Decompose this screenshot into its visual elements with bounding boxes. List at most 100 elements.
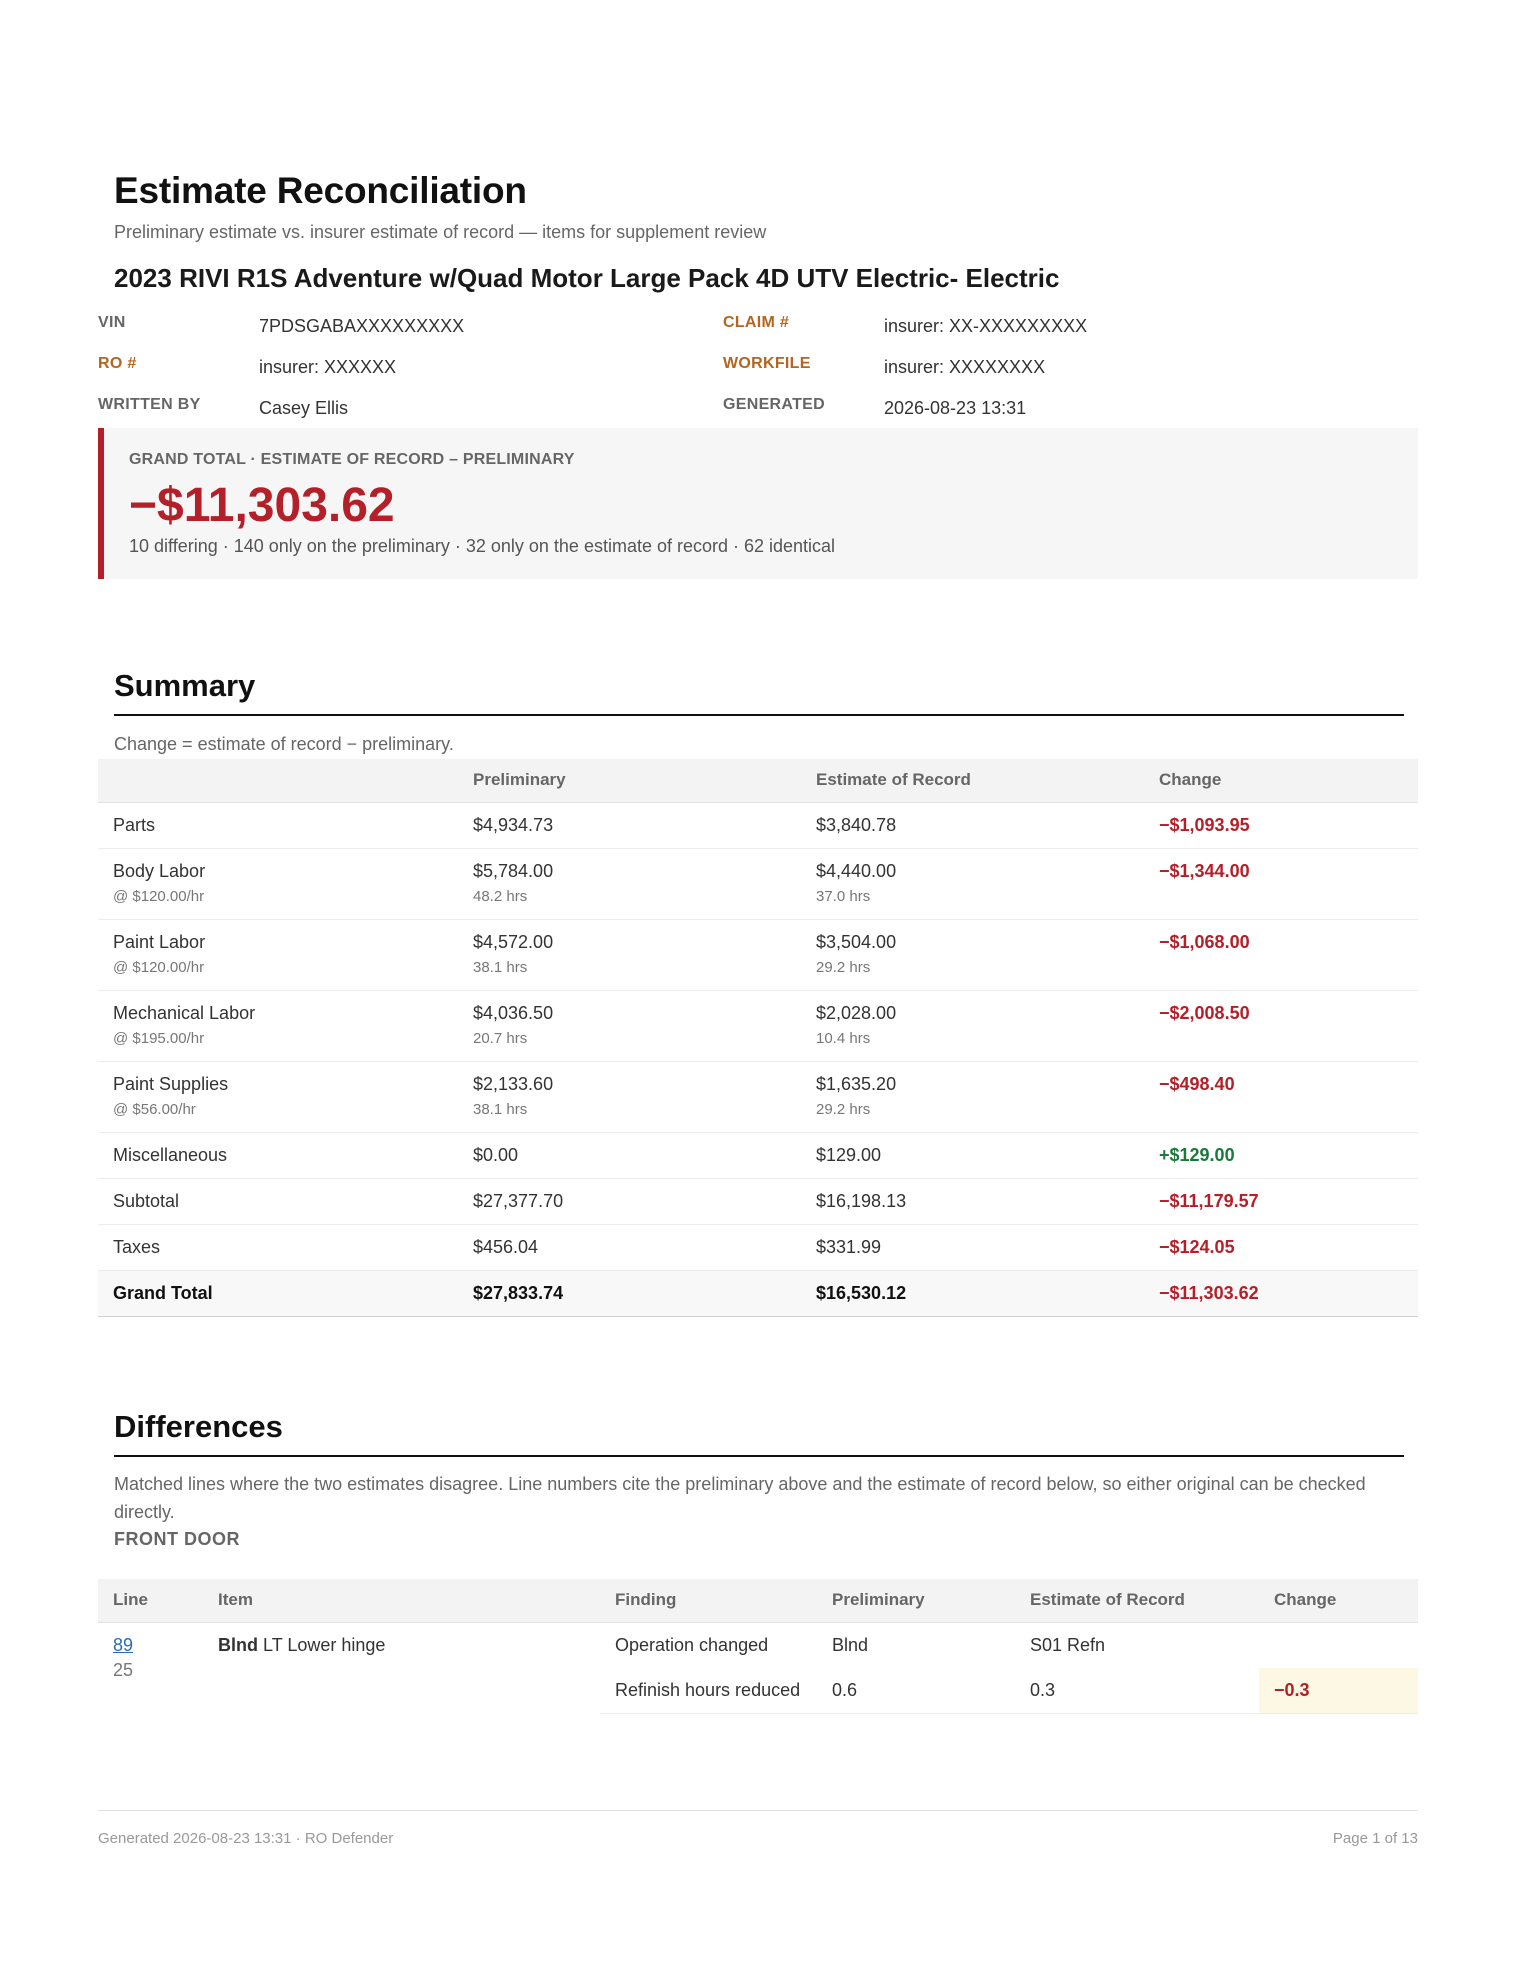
ro-value: insurer: XXXXXX bbox=[259, 357, 397, 377]
change-cell: −$498.40 bbox=[1144, 1061, 1418, 1133]
differences-heading: Differences bbox=[114, 1409, 283, 1444]
vin-value: 7PDSGABAXXXXXXXXX bbox=[259, 316, 465, 336]
preliminary-cell: $4,036.50 20.7 hrs bbox=[458, 990, 801, 1062]
category-cell: Paint Labor @ $120.00/hr bbox=[98, 919, 458, 991]
summary-header-row: Preliminary Estimate of Record Change bbox=[98, 759, 1418, 803]
vin-label: VIN bbox=[98, 314, 126, 331]
preliminary-cell: $27,377.70 bbox=[458, 1178, 801, 1225]
estimate-of-record-cell-detail: 29.2 hrs bbox=[816, 1100, 871, 1118]
estimate-of-record-cell: $3,504.00 29.2 hrs bbox=[801, 919, 1144, 991]
preliminary-cell-value: $4,036.50 bbox=[473, 1002, 554, 1023]
preliminary-cell-value: $27,377.70 bbox=[473, 1190, 564, 1211]
column-header bbox=[98, 759, 458, 803]
table-row: Paint Labor @ $120.00/hr $4,572.00 38.1 hrs… bbox=[98, 919, 1418, 991]
category-cell-value: Taxes bbox=[113, 1236, 161, 1257]
vehicle-title: 2023 RIVI R1S Adventure w/Quad Motor Lar… bbox=[114, 263, 1060, 293]
estimate-of-record-cell: $331.99 bbox=[801, 1224, 1144, 1271]
estimate-of-record-cell: 0.3 bbox=[1015, 1667, 1259, 1714]
preliminary-cell-value: $2,133.60 bbox=[473, 1073, 554, 1094]
table-row: Paint Supplies @ $56.00/hr $2,133.60 38.1 h… bbox=[98, 1061, 1418, 1133]
estimate-of-record-cell-value: $3,504.00 bbox=[816, 931, 897, 952]
line-estimate-of-record: 25 bbox=[113, 1659, 134, 1680]
estimate-of-record-cell-value: $2,028.00 bbox=[816, 1002, 897, 1023]
grand-total-row: Grand Total $27,833.74 $16,530.12 −$11,303.… bbox=[98, 1270, 1418, 1317]
estimate-of-record-cell: $16,198.13 bbox=[801, 1178, 1144, 1225]
page-subtitle: Preliminary estimate vs. insurer estimat… bbox=[114, 222, 767, 242]
table-row: Mechanical Labor @ $195.00/hr $4,036.50 20.… bbox=[98, 990, 1418, 1062]
category-cell: Paint Supplies @ $56.00/hr bbox=[98, 1061, 458, 1133]
generated-label: GENERATED bbox=[723, 396, 825, 413]
category-cell-value: Mechanical Labor bbox=[113, 1002, 256, 1023]
estimate-of-record-cell-value: $331.99 bbox=[816, 1236, 882, 1257]
category-cell-detail: @ $56.00/hr bbox=[113, 1100, 196, 1118]
table-row: Body Labor @ $120.00/hr $5,784.00 48.2 hrs $… bbox=[98, 848, 1418, 920]
column-header: Line bbox=[98, 1579, 203, 1623]
estimate-of-record-cell-value: $3,840.78 bbox=[816, 814, 897, 835]
estimate-of-record-cell: $129.00 bbox=[801, 1132, 1144, 1179]
column-header: Change bbox=[1144, 759, 1418, 803]
estimate-of-record-cell-value: $16,198.13 bbox=[816, 1190, 907, 1211]
finding-cell: Refinish hours reduced bbox=[600, 1667, 817, 1714]
preliminary-cell-value: $0.00 bbox=[473, 1144, 519, 1165]
estimate-meta: VIN 7PDSGABAXXXXXXXXX CLAIM # insurer: X… bbox=[98, 314, 1418, 437]
change-cell: −$1,068.00 bbox=[1144, 919, 1418, 991]
grand-total-note: 10 differing · 140 only on the prelimina… bbox=[129, 536, 836, 556]
category-cell-value: Miscellaneous bbox=[113, 1144, 228, 1165]
line-cell: 89 25 bbox=[98, 1622, 203, 1713]
change-cell: −$11,303.62 bbox=[1144, 1270, 1418, 1317]
preliminary-cell: Blnd bbox=[832, 1634, 869, 1655]
category-cell: Grand Total bbox=[98, 1270, 458, 1317]
differences-table: Line Item Finding Preliminary Estimate o… bbox=[98, 1579, 1418, 1714]
column-header: Estimate of Record bbox=[801, 759, 1144, 803]
meta-row: RO # insurer: XXXXXX WORKFILE insurer: X… bbox=[98, 355, 1418, 396]
differences-note: Matched lines where the two estimates di… bbox=[114, 1474, 1366, 1522]
preliminary-cell: $2,133.60 38.1 hrs bbox=[458, 1061, 801, 1133]
estimate-of-record-cell-detail: 37.0 hrs bbox=[816, 887, 871, 905]
estimate-of-record-cell: $4,440.00 37.0 hrs bbox=[801, 848, 1144, 920]
column-header: Estimate of Record bbox=[1015, 1579, 1259, 1623]
finding-cell: Operation changed bbox=[615, 1634, 769, 1655]
grand-total-label: GRAND TOTAL · ESTIMATE OF RECORD – PRELI… bbox=[129, 451, 575, 468]
workfile-value: insurer: XXXXXXXX bbox=[884, 357, 1046, 377]
line-link-preliminary[interactable]: 89 bbox=[113, 1635, 188, 1656]
item-name: LT Lower hinge bbox=[263, 1634, 386, 1655]
operation-code: Blnd bbox=[218, 1634, 258, 1655]
preliminary-cell: $5,784.00 48.2 hrs bbox=[458, 848, 801, 920]
written-by-value: Casey Ellis bbox=[259, 398, 349, 418]
written-by-label: WRITTEN BY bbox=[98, 396, 201, 413]
estimate-of-record-cell: $16,530.12 bbox=[801, 1270, 1144, 1317]
estimate-of-record-cell-value: $1,635.20 bbox=[816, 1073, 897, 1094]
item-cell: Blnd LT Lower hinge bbox=[203, 1622, 600, 1713]
summary-heading: Summary bbox=[114, 668, 256, 703]
category-cell: Parts bbox=[98, 802, 458, 849]
category-cell-detail: @ $195.00/hr bbox=[113, 1029, 205, 1047]
preliminary-cell-detail: 20.7 hrs bbox=[473, 1029, 528, 1047]
estimate-of-record-cell: $1,635.20 29.2 hrs bbox=[801, 1061, 1144, 1133]
preliminary-cell-value: $4,934.73 bbox=[473, 814, 554, 835]
page-title: Estimate Reconciliation bbox=[114, 170, 527, 211]
column-header: Finding bbox=[600, 1579, 817, 1623]
column-header: Preliminary bbox=[458, 759, 801, 803]
summary-body: Parts $4,934.73 $3,840.78 −$1,093.95 Body La… bbox=[98, 802, 1418, 1317]
preliminary-cell-detail: 38.1 hrs bbox=[473, 1100, 528, 1118]
workfile-label: WORKFILE bbox=[723, 355, 811, 372]
column-header: Item bbox=[203, 1579, 600, 1623]
estimate-of-record-cell-detail: 10.4 hrs bbox=[816, 1029, 871, 1047]
estimate-of-record-cell-value: $4,440.00 bbox=[816, 860, 897, 881]
column-header: Preliminary bbox=[817, 1579, 1015, 1623]
preliminary-cell-detail: 48.2 hrs bbox=[473, 887, 528, 905]
page-number: Page 1 of 13 bbox=[1332, 1830, 1418, 1847]
category-cell: Taxes bbox=[98, 1224, 458, 1271]
preliminary-cell-value: $456.04 bbox=[473, 1236, 539, 1257]
claim-value: insurer: XX-XXXXXXXXX bbox=[884, 316, 1088, 336]
category-cell-value: Parts bbox=[113, 814, 156, 835]
table-row: Parts $4,934.73 $3,840.78 −$1,093.95 bbox=[98, 802, 1418, 849]
category-cell: Mechanical Labor @ $195.00/hr bbox=[98, 990, 458, 1062]
generated-value: 2026-08-23 13:31 bbox=[884, 398, 1027, 418]
category-cell-detail: @ $120.00/hr bbox=[113, 887, 205, 905]
estimate-of-record-cell-value: $129.00 bbox=[816, 1144, 882, 1165]
category-cell-value: Body Labor bbox=[113, 860, 206, 881]
grand-total-value: −$11,303.62 bbox=[129, 479, 395, 532]
category-cell-value: Paint Labor bbox=[113, 931, 206, 952]
preliminary-cell: $27,833.74 bbox=[458, 1270, 801, 1317]
